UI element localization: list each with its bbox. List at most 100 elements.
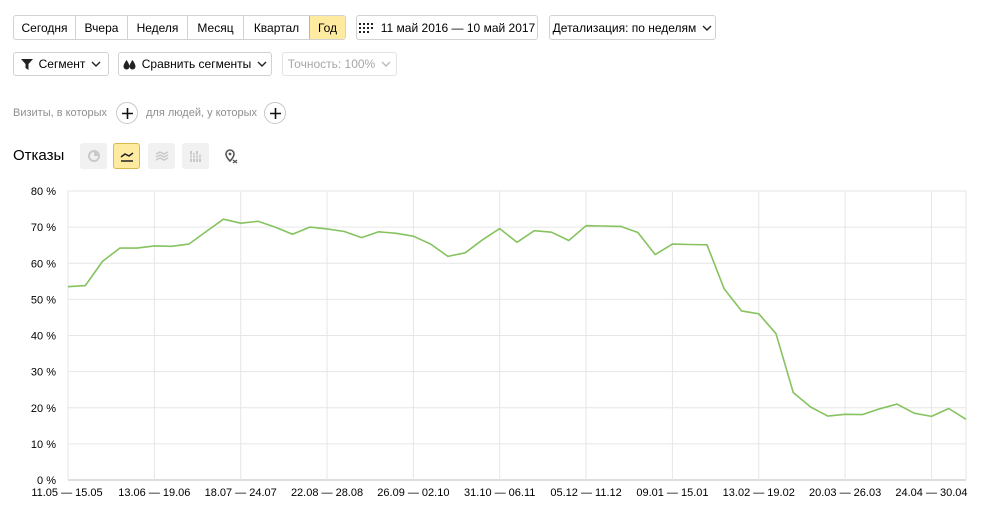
- data-point[interactable]: [859, 412, 865, 418]
- period-button-0[interactable]: Сегодня: [14, 16, 76, 39]
- series-line: [67, 218, 967, 420]
- data-point[interactable]: [911, 410, 917, 416]
- add-people-condition-button[interactable]: [264, 102, 286, 124]
- data-point[interactable]: [203, 228, 209, 234]
- detail-dropdown[interactable]: Детализация: по неделям: [549, 15, 716, 40]
- data-point[interactable]: [359, 235, 365, 241]
- data-point[interactable]: [946, 405, 952, 411]
- data-point[interactable]: [65, 284, 71, 290]
- bar-chart-view-button[interactable]: [182, 143, 209, 169]
- data-point[interactable]: [635, 230, 641, 236]
- data-point[interactable]: [324, 226, 330, 232]
- data-point[interactable]: [618, 223, 624, 229]
- y-tick-label: 80 %: [31, 186, 56, 198]
- data-point[interactable]: [445, 253, 451, 259]
- data-point[interactable]: [82, 283, 88, 289]
- data-point[interactable]: [497, 226, 503, 232]
- data-point[interactable]: [290, 231, 296, 237]
- y-tick-label: 20 %: [31, 403, 56, 415]
- calendar-icon: [358, 22, 373, 33]
- data-point[interactable]: [462, 250, 468, 256]
- data-point[interactable]: [566, 237, 572, 243]
- period-button-3[interactable]: Месяц: [188, 16, 244, 39]
- bounce-rate-chart: 0 % 10 % 20 % 30 % 40 % 50 % 60 % 70 % 80 % 11.0…: [31, 186, 969, 499]
- data-point[interactable]: [894, 401, 900, 407]
- data-point[interactable]: [531, 228, 537, 234]
- data-point[interactable]: [687, 241, 693, 247]
- data-point[interactable]: [790, 390, 796, 396]
- y-tick-label: 50 %: [31, 294, 56, 306]
- data-point[interactable]: [169, 243, 175, 249]
- stacked-area-view-button[interactable]: [148, 143, 175, 169]
- data-point[interactable]: [842, 411, 848, 417]
- stacked-area-icon: [155, 150, 168, 161]
- filter-icon: [20, 58, 33, 70]
- pie-chart-view-button[interactable]: [80, 143, 107, 169]
- data-point[interactable]: [773, 331, 779, 337]
- data-point[interactable]: [963, 416, 969, 422]
- date-range-button[interactable]: 11 май 2016 — 10 май 2017: [356, 15, 538, 40]
- data-point[interactable]: [255, 218, 261, 224]
- period-button-2[interactable]: Неделя: [128, 16, 188, 39]
- data-point[interactable]: [669, 241, 675, 247]
- date-range-label: 11 май 2016 — 10 май 2017: [380, 20, 536, 35]
- line-chart-icon: [120, 151, 133, 162]
- chart-title: Отказы: [13, 147, 65, 164]
- data-point[interactable]: [151, 243, 157, 249]
- period-selector: Сегодня Вчера Неделя Месяц Квартал Год: [13, 15, 346, 40]
- x-tick-label: 13.02 — 19.02: [723, 487, 795, 499]
- map-view-button[interactable]: [217, 143, 244, 169]
- chevron-down-icon: [257, 61, 267, 67]
- data-point[interactable]: [186, 241, 192, 247]
- data-point[interactable]: [272, 224, 278, 230]
- data-point[interactable]: [877, 406, 883, 412]
- x-tick-label: 05.12 — 11.12: [550, 487, 621, 499]
- x-tick-label: 22.08 — 28.08: [291, 487, 363, 499]
- data-point[interactable]: [739, 308, 745, 314]
- compare-segments-button[interactable]: Сравнить сегменты: [118, 52, 272, 76]
- data-point[interactable]: [756, 311, 762, 317]
- data-point[interactable]: [376, 229, 382, 235]
- line-chart-view-button[interactable]: [113, 143, 140, 169]
- data-point[interactable]: [583, 223, 589, 229]
- period-button-4[interactable]: Квартал: [244, 16, 310, 39]
- data-point[interactable]: [721, 286, 727, 292]
- data-point[interactable]: [134, 245, 140, 251]
- add-visits-condition-button[interactable]: [116, 102, 138, 124]
- y-tick-label: 0 %: [37, 475, 56, 487]
- chevron-down-icon: [702, 25, 712, 31]
- segment-button[interactable]: Сегмент: [13, 52, 109, 76]
- data-point[interactable]: [479, 237, 485, 243]
- data-point[interactable]: [549, 229, 555, 235]
- data-point[interactable]: [825, 413, 831, 419]
- data-point[interactable]: [514, 239, 520, 245]
- data-point[interactable]: [393, 230, 399, 236]
- pie-chart-icon: [87, 150, 100, 162]
- data-point[interactable]: [307, 224, 313, 230]
- plus-icon: [269, 107, 281, 119]
- x-tick-label: 20.03 — 26.03: [809, 487, 881, 499]
- data-point[interactable]: [100, 258, 106, 264]
- y-tick-label: 30 %: [31, 367, 56, 379]
- data-point[interactable]: [808, 404, 814, 410]
- data-point[interactable]: [341, 228, 347, 234]
- data-point[interactable]: [600, 223, 606, 229]
- data-point[interactable]: [410, 233, 416, 239]
- compare-label: Сравнить сегменты: [141, 57, 252, 71]
- x-tick-label: 26.09 — 02.10: [377, 487, 449, 499]
- data-point[interactable]: [652, 252, 658, 258]
- data-point[interactable]: [117, 245, 123, 251]
- drops-icon: [123, 59, 136, 69]
- x-tick-label: 24.04 — 30.04: [895, 487, 967, 499]
- y-tick-label: 70 %: [31, 222, 56, 234]
- period-button-1[interactable]: Вчера: [76, 16, 128, 39]
- accuracy-dropdown[interactable]: Точность: 100%: [282, 52, 397, 76]
- data-point[interactable]: [928, 413, 934, 419]
- plus-icon: [121, 107, 133, 119]
- data-point[interactable]: [238, 220, 244, 226]
- data-point[interactable]: [704, 242, 710, 248]
- detail-label: Детализация: по неделям: [552, 20, 697, 35]
- data-point[interactable]: [220, 216, 226, 222]
- data-point[interactable]: [428, 241, 434, 247]
- period-button-5[interactable]: Год: [309, 16, 345, 39]
